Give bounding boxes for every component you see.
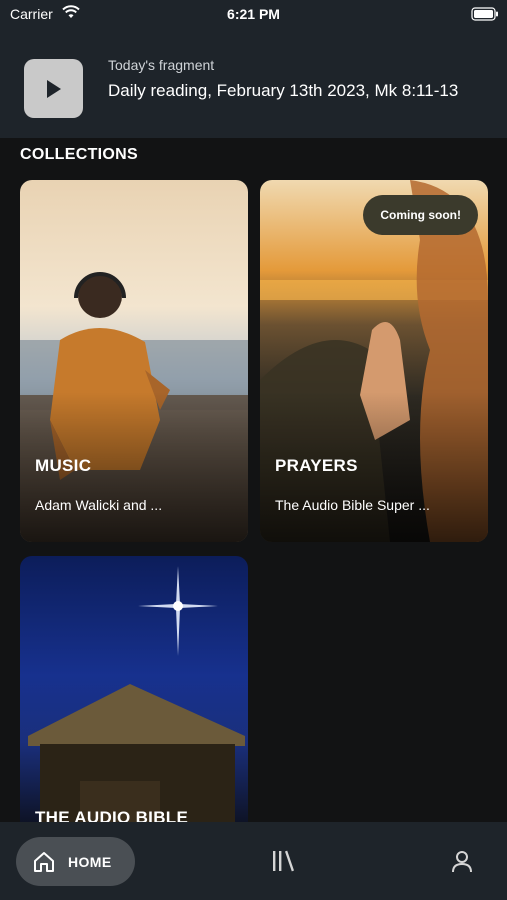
card-subtitle: The Audio Bible Super ... xyxy=(275,497,430,513)
play-button[interactable] xyxy=(24,59,83,118)
collections-heading: COLLECTIONS xyxy=(20,146,138,163)
library-icon[interactable] xyxy=(270,849,296,878)
card-title: THE AUDIO BIBLE xyxy=(35,808,189,822)
bottom-tab-bar: HOME xyxy=(0,822,507,900)
status-bar: Carrier 6:21 PM xyxy=(0,0,507,30)
card-title: MUSIC xyxy=(35,456,92,475)
audio-bible-card-image xyxy=(28,566,245,822)
card-subtitle: Adam Walicki and ... xyxy=(35,497,163,513)
fragment-label: Today's fragment xyxy=(108,57,215,73)
play-icon xyxy=(46,79,61,98)
collection-card-prayers[interactable]: Coming soon! PRAYERS The Audio Bible Sup… xyxy=(260,180,488,542)
battery-icon xyxy=(471,7,499,26)
todays-fragment-bar[interactable]: Today's fragment Daily reading, February… xyxy=(0,30,507,138)
coming-soon-badge: Coming soon! xyxy=(363,195,478,235)
collection-card-audio-bible[interactable]: THE AUDIO BIBLE xyxy=(20,556,248,822)
collection-card-music[interactable]: MUSIC Adam Walicki and ... xyxy=(20,180,248,542)
fragment-title[interactable]: Daily reading, February 13th 2023, Mk 8:… xyxy=(108,80,488,102)
card-title: PRAYERS xyxy=(275,456,358,475)
tab-home[interactable]: HOME xyxy=(16,837,135,886)
home-icon xyxy=(34,851,54,872)
profile-icon[interactable] xyxy=(450,849,474,878)
status-time: 6:21 PM xyxy=(227,6,280,22)
tab-home-label: HOME xyxy=(68,853,112,870)
